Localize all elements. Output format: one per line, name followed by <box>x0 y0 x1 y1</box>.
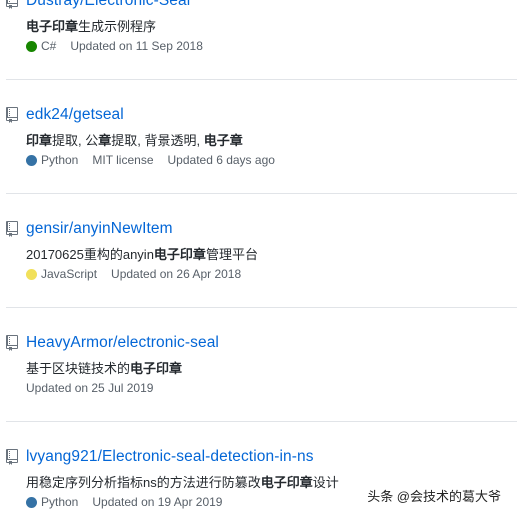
repo-title-link[interactable]: Dustray/Electronic-Seal <box>26 0 190 10</box>
repo-description: 基于区块链技术的电子印章 <box>26 358 182 377</box>
language-color-dot <box>26 154 37 166</box>
description-text: 提取, 背景透明, <box>111 133 204 148</box>
language-label: Python <box>41 495 79 509</box>
updated-timestamp: Updated on 25 Jul 2019 <box>26 381 154 395</box>
updated-timestamp: Updated 6 days ago <box>167 153 275 167</box>
repo-title-link[interactable]: edk24/getseal <box>26 106 124 124</box>
repo-meta: JavaScript Updated on 26 Apr 2018 <box>26 267 241 281</box>
updated-timestamp: Updated on 26 Apr 2018 <box>111 267 242 281</box>
list-divider <box>6 193 517 194</box>
description-highlight: 电子印章 <box>260 475 313 490</box>
language-label: Python <box>41 153 79 167</box>
repo-icon <box>6 335 18 351</box>
description-highlight: 电子印章 <box>130 361 183 376</box>
language-color-dot <box>26 496 37 508</box>
updated-timestamp: Updated on 11 Sep 2018 <box>70 39 203 53</box>
repo-title-link[interactable]: HeavyArmor/electronic-seal <box>26 334 219 352</box>
repo-icon <box>6 449 18 465</box>
repo-title-link[interactable]: gensir/anyinNewItem <box>26 220 173 238</box>
updated-timestamp: Updated on 19 Apr 2019 <box>92 495 223 509</box>
description-highlight: 章 <box>98 133 112 148</box>
description-text: 20170625重构的anyin <box>26 247 154 262</box>
license-label: MIT license <box>92 153 154 167</box>
repo-meta: Python MIT license Updated 6 days ago <box>26 153 275 167</box>
repo-title-link[interactable]: lvyang921/Electronic-seal-detection-in-n… <box>26 448 314 466</box>
list-divider <box>6 421 517 422</box>
repo-description: 印章提取, 公章提取, 背景透明, 电子章 <box>26 130 243 149</box>
description-text: 管理平台 <box>205 247 258 262</box>
repo-description: 20170625重构的anyin电子印章管理平台 <box>26 244 258 263</box>
description-text: 用稳定序列分析指标ns的方法进行防篡改 <box>26 475 261 490</box>
repo-description: 电子印章生成示例程序 <box>26 16 156 35</box>
description-highlight: 印章 <box>26 133 53 148</box>
description-text: 设计 <box>312 475 339 490</box>
repo-icon <box>6 0 18 9</box>
repo-meta: C# Updated on 11 Sep 2018 <box>26 39 203 53</box>
description-highlight: 电子印章 <box>153 247 206 262</box>
repo-description: 用稳定序列分析指标ns的方法进行防篡改电子印章设计 <box>26 472 339 491</box>
description-highlight: 电子章 <box>203 133 243 148</box>
description-highlight: 电子印章 <box>26 19 79 34</box>
repo-icon <box>6 221 18 237</box>
list-divider <box>6 79 517 80</box>
repo-icon <box>6 107 18 123</box>
description-text: 提取, 公 <box>52 133 99 148</box>
list-divider <box>6 307 517 308</box>
language-label: C# <box>41 39 57 53</box>
description-text: 生成示例程序 <box>78 19 157 34</box>
repo-meta: Python Updated on 19 Apr 2019 <box>26 495 222 509</box>
language-color-dot <box>26 40 37 52</box>
watermark: 头条 @会技术的葛大爷 <box>363 484 505 507</box>
language-label: JavaScript <box>41 267 98 281</box>
description-text: 基于区块链技术的 <box>26 361 131 376</box>
language-color-dot <box>26 268 37 280</box>
repo-meta: Updated on 25 Jul 2019 <box>26 381 153 395</box>
